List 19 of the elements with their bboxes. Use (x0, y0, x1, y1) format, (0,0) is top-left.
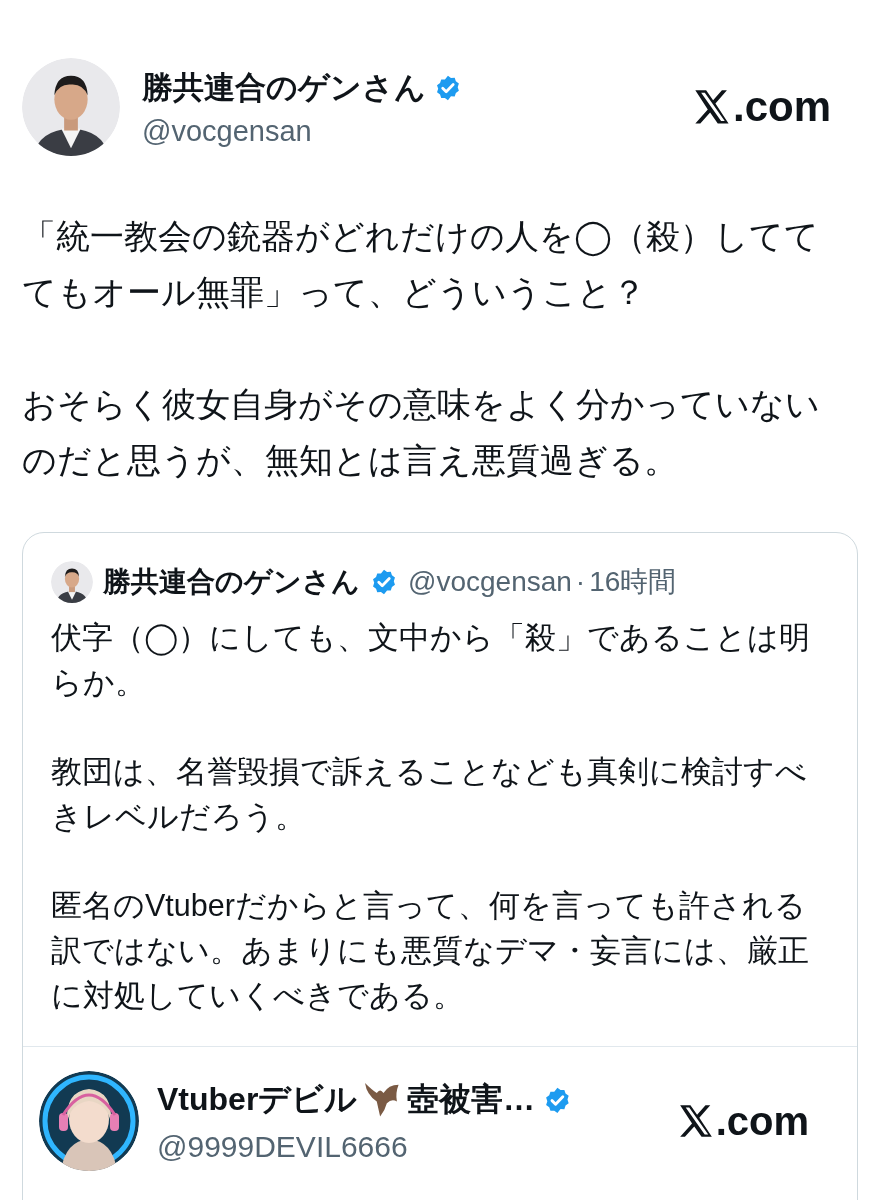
user-handle: @9999DEVIL6666 (157, 1130, 409, 1164)
quoted-post-text: 教団は、名誉毀損で訴えることなども真剣に検討すべきレベルだろう。 (51, 753, 808, 835)
quoted-post-text: 伏字（◯）にしても、文中から「殺」であることは明らか。 (51, 619, 812, 701)
quoted-post-text: 匿名のVtuberだからと言って、何を言っても許される訳ではない。あまりにも悪質なデマ・妄言には、厳正に対処していくべきである。 (51, 887, 810, 1014)
user-name: 勝共連合のゲンさん (142, 68, 426, 107)
quoted-post-card[interactable]: 勝共連合のゲンさん @vocgensan·16時間 伏字（◯）にしても、文中から「殺」であることは明らか。 教団は、名誉毀損で訴えることなども真剣に検討すべきレベルだろう。 匿名のVtuberだからと言って、何を言っても許される訳ではない。あまりにも悪質なデマ・妄言には、厳正に対処していくべきである。 Vtuberデビル 壺被害… @9999DEVIL6666 .com (22, 532, 858, 1200)
user-handle: @vocgensan (142, 114, 313, 148)
bat-icon (365, 1083, 399, 1117)
site-name: .com (715, 1098, 809, 1144)
post-text: おそらく彼女自身がその意味をよく分かっていないのだと思うが、無知とは言え悪質過ぎる。 (22, 384, 821, 481)
separator-dot: · (575, 566, 586, 598)
x-logo-icon (692, 87, 732, 127)
post-text: 「統一教会の銃器がどれだけの人を◯（殺）してててもオール無罪」って、どういうこと？ (22, 216, 821, 313)
site-name: .com (732, 83, 831, 131)
user-handle: @vocgensan (408, 566, 572, 598)
user-name: Vtuberデビル (157, 1080, 358, 1119)
user-name: 壺被害… (406, 1080, 535, 1119)
post-time: 16時間 (589, 565, 677, 599)
user-name: 勝共連合のゲンさん (103, 565, 360, 599)
